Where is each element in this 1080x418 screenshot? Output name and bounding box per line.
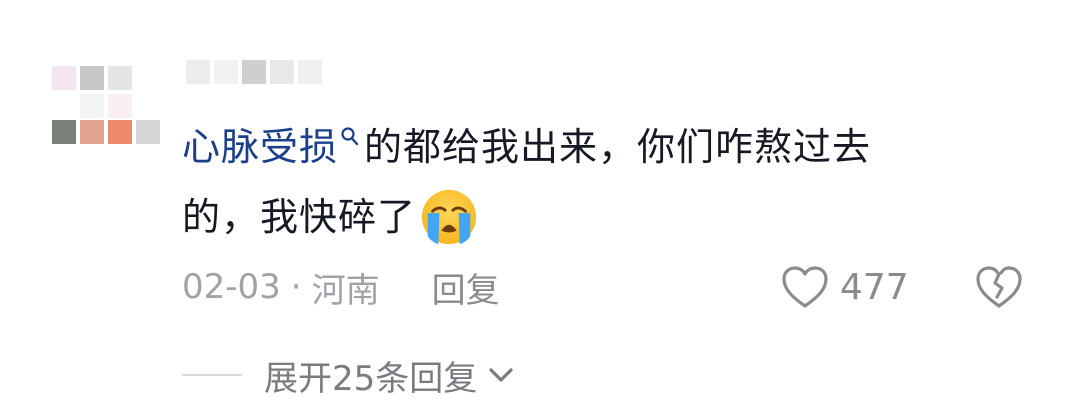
comment-text-line2: 的，我快碎了 [182, 195, 417, 239]
avatar-pixel [52, 66, 76, 90]
avatar-pixel [80, 94, 104, 118]
avatar[interactable] [52, 40, 160, 148]
avatar-pixel [80, 120, 104, 144]
expand-divider-line [182, 374, 242, 376]
comment-date: 02-03 [182, 267, 281, 307]
username-pixelated[interactable] [186, 58, 346, 86]
avatar-pixel [136, 120, 160, 144]
username-pixel [186, 60, 210, 84]
like-count: 477 [840, 266, 909, 308]
comment-keyword-link[interactable]: 心脉受损 [182, 125, 338, 169]
meta-separator: · [290, 267, 302, 307]
reply-button[interactable]: 回复 [432, 263, 500, 312]
avatar-pixel [108, 120, 132, 144]
username-pixel [270, 60, 294, 84]
comment-text-line1: 的都给我出来，你们咋熬过去 [364, 125, 872, 169]
comment-location: 河南 [311, 270, 380, 311]
chevron-down-icon [489, 368, 513, 382]
expand-replies-label: 展开25条回复 [264, 358, 478, 399]
expand-replies-button[interactable]: 展开25条回复 [182, 350, 515, 400]
crying-emoji-icon [421, 189, 477, 244]
search-icon[interactable] [340, 126, 360, 148]
username-pixel [214, 60, 238, 84]
comment-meta: 02-03 · 河南 回复 [182, 262, 500, 312]
comment-text: 心脉受损 的都给我出来，你们咋熬过去 的，我快碎了 [182, 112, 1002, 252]
broken-heart-icon[interactable] [974, 264, 1024, 310]
avatar-pixel [108, 66, 132, 90]
heart-icon [782, 266, 828, 308]
avatar-pixel [80, 66, 104, 90]
like-button[interactable]: 477 [780, 262, 909, 312]
username-pixel [242, 60, 266, 84]
username-pixel [298, 60, 322, 84]
avatar-pixel [52, 120, 76, 144]
avatar-pixel [108, 94, 132, 118]
